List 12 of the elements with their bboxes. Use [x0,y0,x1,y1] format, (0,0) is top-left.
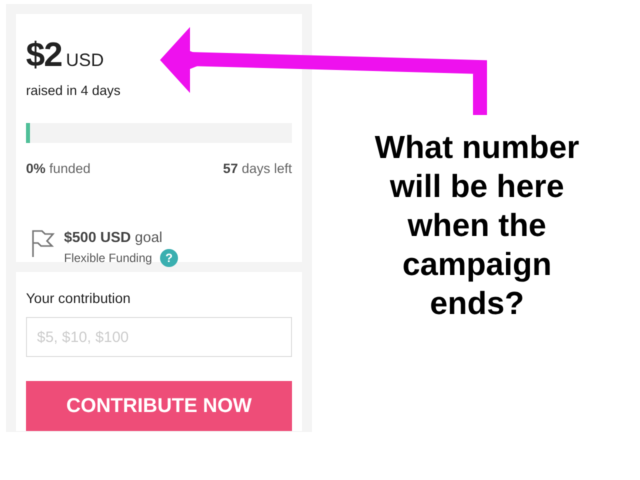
contribute-button[interactable]: CONTRIBUTE NOW [26,381,292,431]
help-icon[interactable]: ? [160,249,178,268]
funding-goal: $500 USD goal [64,228,164,248]
raised-duration: raised in 4 days [26,82,122,100]
amount-raised: $2 [26,35,62,76]
currency-label: USD [66,49,104,72]
funding-type: Flexible Funding [64,250,152,268]
annotation-text: What number will be here when the campaign ends? [374,128,580,323]
days-left: 57 days left [222,160,292,178]
contribution-label: Your contribution [26,289,132,308]
funded-percent: 0% funded [26,160,91,178]
flag-icon [30,228,56,258]
